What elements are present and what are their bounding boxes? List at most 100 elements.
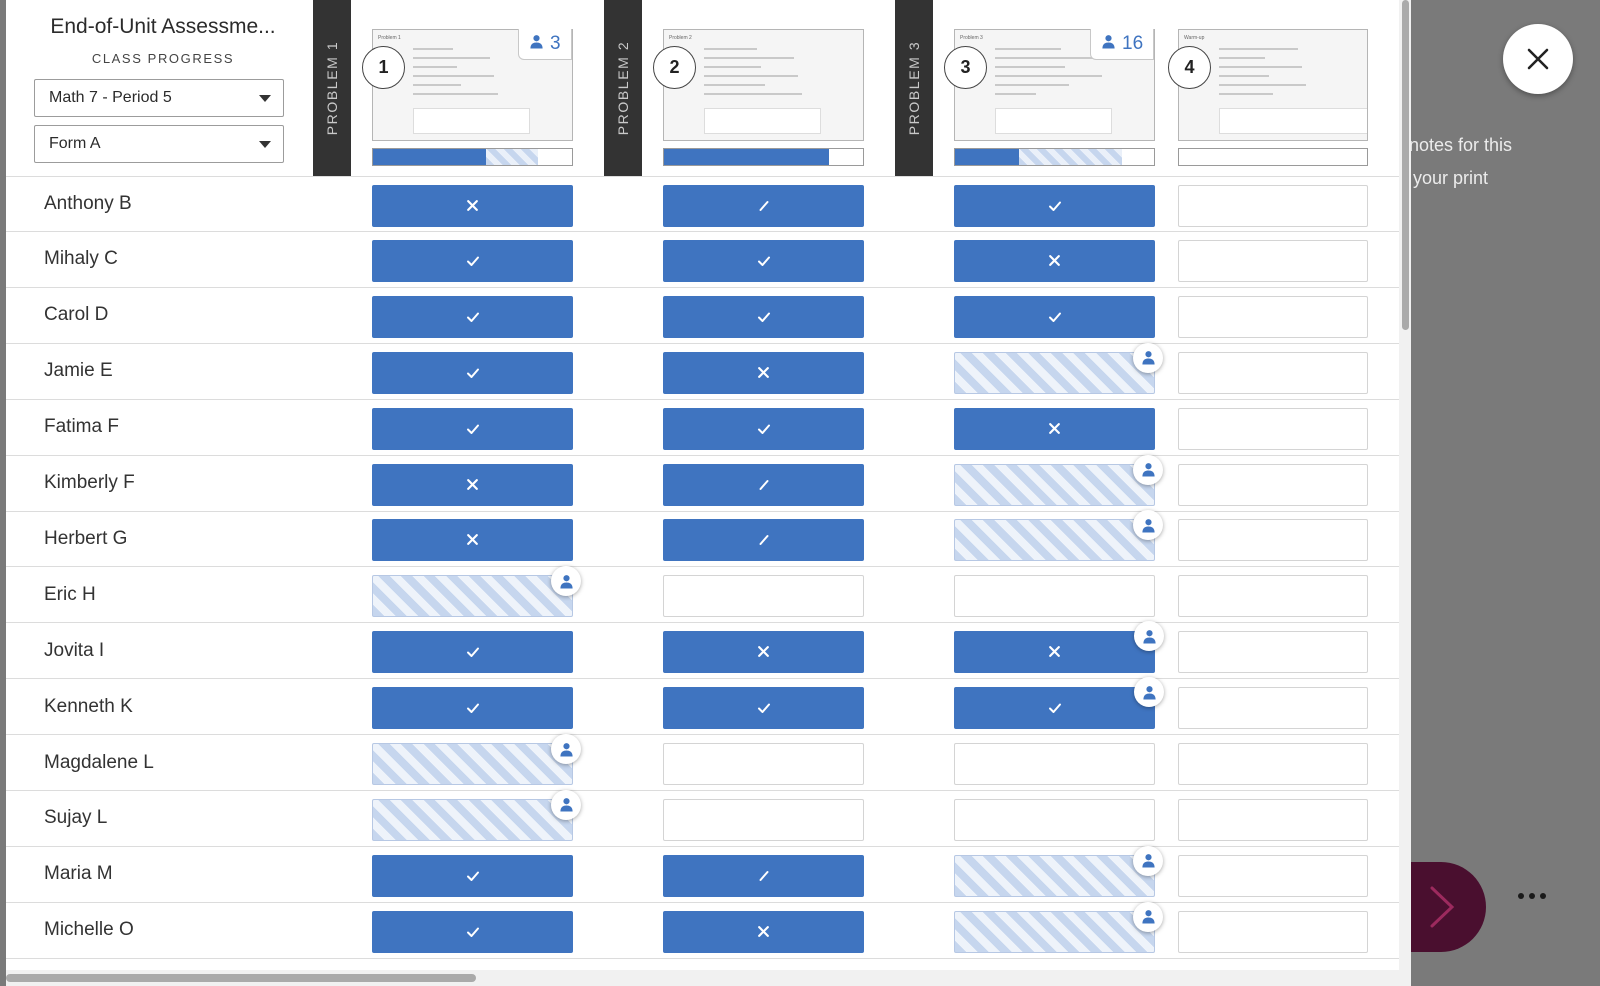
problem-1-response-cell[interactable] (372, 631, 573, 674)
horizontal-scrollbar[interactable] (6, 970, 1399, 986)
problem-3-response-cell[interactable] (954, 798, 1155, 841)
problem-3-thumbnail-title: Problem 3 (960, 35, 983, 41)
problem-2-response-cell[interactable] (663, 854, 864, 897)
form-select[interactable]: Form A (34, 125, 284, 163)
problem-4-response-cell[interactable] (1178, 351, 1368, 394)
problem-4-response-cell[interactable] (1178, 631, 1368, 674)
student-name[interactable]: Jovita I (44, 640, 104, 662)
problem-1-student-count[interactable]: 3 (518, 29, 572, 60)
student-name[interactable]: Michelle O (44, 919, 134, 941)
problem-2-thumbnail[interactable]: Problem 2 (663, 29, 864, 141)
vertical-scrollbar-thumb[interactable] (1402, 0, 1409, 330)
student-name[interactable]: Eric H (44, 584, 96, 606)
problem-1-response-cell[interactable] (372, 687, 573, 730)
problem-4-response-cell[interactable] (1178, 239, 1368, 282)
problem-2-response-cell[interactable] (663, 185, 864, 227)
incorrect-icon (757, 923, 770, 941)
problem-1-response-cell[interactable] (372, 239, 573, 282)
problem-2-response-cell[interactable] (663, 631, 864, 674)
problem-3-response-cell[interactable] (954, 677, 1164, 730)
problem-4-response-cell[interactable] (1178, 910, 1368, 953)
student-row: Jamie E (6, 342, 1399, 400)
student-row: Michelle O (6, 901, 1399, 959)
problem-2-response-cell[interactable] (663, 463, 864, 506)
problem-1-response-cell[interactable] (372, 566, 581, 618)
problem-4-response-cell[interactable] (1178, 798, 1368, 841)
problem-2-response-cell[interactable] (663, 239, 864, 282)
problem-4-response-cell[interactable] (1178, 854, 1368, 897)
problem-4-thumbnail-title: Warm-up (1184, 35, 1205, 41)
student-name[interactable]: Mihaly C (44, 248, 118, 270)
student-name[interactable]: Magdalene L (44, 752, 154, 774)
problem-3-response-cell[interactable] (954, 575, 1155, 618)
student-name[interactable]: Kimberly F (44, 472, 135, 494)
problem-4-response-cell[interactable] (1178, 519, 1368, 562)
progress-complete (664, 149, 830, 165)
close-button[interactable] (1503, 24, 1573, 94)
problem-2-response-cell[interactable] (663, 743, 864, 785)
problem-4-thumbnail[interactable]: Warm-up (1178, 29, 1368, 141)
problem-2-response-cell[interactable] (663, 798, 864, 841)
problem-2-response-cell[interactable] (663, 687, 864, 730)
student-name[interactable]: Maria M (44, 863, 113, 885)
vertical-scrollbar[interactable] (1399, 0, 1411, 986)
correct-icon (757, 252, 771, 270)
problem-2-response-cell[interactable] (663, 575, 864, 618)
problem-3-response-cell[interactable] (954, 621, 1164, 674)
problem-4-response-cell[interactable] (1178, 687, 1368, 730)
problem-1-response-cell[interactable] (372, 734, 581, 785)
class-select-value: Math 7 - Period 5 (49, 89, 172, 106)
problem-4-response-cell[interactable] (1178, 407, 1368, 450)
problem-4-response-cell[interactable] (1178, 185, 1368, 227)
problem-2-response-cell[interactable] (663, 295, 864, 338)
problem-3-response-cell[interactable] (954, 901, 1163, 953)
student-name[interactable]: Jamie E (44, 360, 113, 382)
problem-2-response-cell[interactable] (663, 407, 864, 450)
problem-1-response-cell[interactable] (372, 463, 573, 506)
more-options-icon[interactable] (1518, 893, 1546, 899)
problem-1-response-cell[interactable] (372, 295, 573, 338)
problem-4-response-cell[interactable] (1178, 295, 1368, 338)
problem-1-response-cell[interactable] (372, 910, 573, 953)
problem-3-response-cell[interactable] (954, 407, 1155, 450)
problem-1-response-cell[interactable] (372, 854, 573, 897)
problem-1-student-count-value: 3 (550, 33, 561, 54)
student-icon (1134, 621, 1164, 652)
partially-correct-icon (758, 476, 770, 494)
horizontal-scrollbar-thumb[interactable] (6, 974, 476, 982)
problem-3-response-cell[interactable] (954, 454, 1163, 506)
problem-1-response-cell[interactable] (372, 789, 581, 841)
problem-3-student-count[interactable]: 16 (1090, 29, 1155, 60)
problem-2-response-cell[interactable] (663, 351, 864, 394)
student-name[interactable]: Fatima F (44, 416, 119, 438)
problem-3-response-cell[interactable] (954, 185, 1155, 227)
problem-3-response-cell[interactable] (954, 295, 1155, 338)
problem-3-response-cell[interactable] (954, 239, 1155, 282)
student-name[interactable]: Kenneth K (44, 696, 133, 718)
form-select-value: Form A (49, 135, 101, 152)
student-icon (529, 33, 544, 55)
problem-2-thumbnail-title: Problem 2 (669, 35, 692, 41)
problem-3-response-cell[interactable] (954, 510, 1163, 562)
problem-4-response-cell[interactable] (1178, 743, 1368, 785)
problem-3-response-cell[interactable] (954, 845, 1163, 897)
problem-1-response-cell[interactable] (372, 185, 573, 227)
student-name[interactable]: Anthony B (44, 193, 132, 215)
problem-2-response-cell[interactable] (663, 910, 864, 953)
problem-1-response-cell[interactable] (372, 519, 573, 562)
class-select[interactable]: Math 7 - Period 5 (34, 79, 284, 117)
correct-icon (1048, 197, 1062, 215)
problem-4-response-cell[interactable] (1178, 463, 1368, 506)
problem-1-response-cell[interactable] (372, 407, 573, 450)
problem-3-response-cell[interactable] (954, 743, 1155, 785)
problem-1-band-label: PROBLEM 1 (324, 40, 340, 136)
problem-3-response-cell[interactable] (954, 342, 1163, 394)
problem-2-response-cell[interactable] (663, 519, 864, 562)
problem-1-response-cell[interactable] (372, 351, 573, 394)
student-name[interactable]: Herbert G (44, 528, 127, 550)
student-row: Carol D (6, 288, 1399, 344)
problem-4-number: 4 (1168, 46, 1211, 89)
problem-4-response-cell[interactable] (1178, 575, 1368, 618)
student-name[interactable]: Sujay L (44, 807, 107, 829)
student-name[interactable]: Carol D (44, 304, 108, 326)
